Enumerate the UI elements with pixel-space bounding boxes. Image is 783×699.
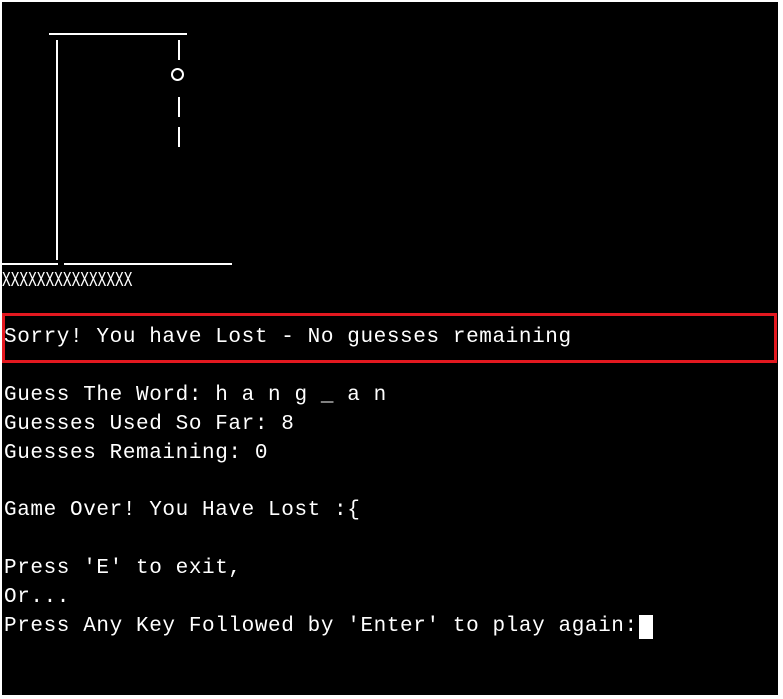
exit-instruction: Press 'E' to exit, bbox=[4, 557, 242, 580]
hangman-body-upper bbox=[178, 97, 180, 117]
word-progress-line: Guess The Word: h a n g _ a n bbox=[4, 384, 387, 407]
game-over-message: Game Over! You Have Lost :{ bbox=[4, 499, 361, 522]
play-again-prompt-text: Press Any Key Followed by 'Enter' to pla… bbox=[4, 615, 638, 638]
guesses-used-line: Guesses Used So Far: 8 bbox=[4, 413, 295, 436]
hangman-head bbox=[171, 68, 184, 81]
text-cursor[interactable] bbox=[638, 615, 653, 639]
gallows-rope bbox=[178, 40, 180, 60]
gallows-ground-right bbox=[64, 263, 232, 265]
gallows-top-beam bbox=[49, 33, 187, 35]
or-line: Or... bbox=[4, 586, 71, 609]
play-again-prompt: Press Any Key Followed by 'Enter' to pla… bbox=[4, 615, 653, 639]
lost-banner-text: Sorry! You have Lost - No guesses remain… bbox=[4, 326, 572, 349]
gallows-base: XXXXXXXXXXXXXXX bbox=[2, 270, 133, 293]
terminal-window[interactable]: XXXXXXXXXXXXXXX Sorry! You have Lost - N… bbox=[2, 2, 778, 695]
guesses-remaining-line: Guesses Remaining: 0 bbox=[4, 442, 269, 465]
hangman-drawing: XXXXXXXXXXXXXXX bbox=[2, 2, 778, 302]
hangman-body-lower bbox=[178, 127, 180, 147]
gallows-ground-left bbox=[2, 263, 58, 265]
gallows-post bbox=[56, 40, 58, 260]
screenshot-frame: XXXXXXXXXXXXXXX Sorry! You have Lost - N… bbox=[0, 0, 783, 699]
